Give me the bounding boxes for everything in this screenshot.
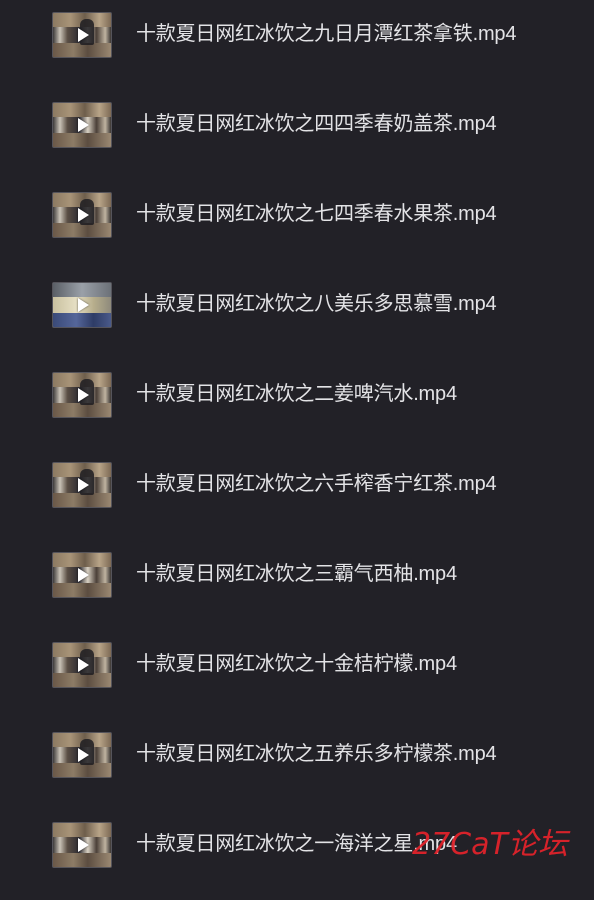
video-thumbnail[interactable] (52, 642, 112, 688)
watermark: 27CaT论坛 (412, 827, 568, 862)
video-thumbnail[interactable] (52, 462, 112, 508)
play-icon (78, 298, 89, 312)
file-item-5[interactable]: 十款夏日网红冰饮之二姜啤汽水.mp4 (0, 360, 594, 450)
video-file-list: 十款夏日网红冰饮之九日月潭红茶拿铁.mp4 十款夏日网红冰饮之四四季春奶盖茶.m… (0, 0, 594, 885)
file-name[interactable]: 十款夏日网红冰饮之九日月潭红茶拿铁.mp4 (136, 22, 516, 46)
file-name[interactable]: 十款夏日网红冰饮之六手榨香宁红茶.mp4 (136, 472, 497, 496)
play-icon (78, 388, 89, 402)
play-icon (78, 568, 89, 582)
play-icon (78, 838, 89, 852)
play-icon (78, 658, 89, 672)
file-name[interactable]: 十款夏日网红冰饮之四四季春奶盖茶.mp4 (136, 112, 497, 136)
file-name[interactable]: 十款夏日网红冰饮之一海洋之星.mp4 (136, 832, 457, 856)
file-name[interactable]: 十款夏日网红冰饮之八美乐多思慕雪.mp4 (136, 292, 497, 316)
file-item-8[interactable]: 十款夏日网红冰饮之十金桔柠檬.mp4 (0, 630, 594, 720)
video-thumbnail[interactable] (52, 102, 112, 148)
video-thumbnail[interactable] (52, 552, 112, 598)
video-thumbnail[interactable] (52, 372, 112, 418)
video-thumbnail[interactable] (52, 12, 112, 58)
file-item-9[interactable]: 十款夏日网红冰饮之五养乐多柠檬茶.mp4 (0, 720, 594, 810)
play-icon (78, 28, 89, 42)
video-thumbnail[interactable] (52, 192, 112, 238)
file-item-7[interactable]: 十款夏日网红冰饮之三霸气西柚.mp4 (0, 540, 594, 630)
file-name[interactable]: 十款夏日网红冰饮之十金桔柠檬.mp4 (136, 652, 457, 676)
video-thumbnail[interactable] (52, 282, 112, 328)
video-thumbnail[interactable] (52, 822, 112, 868)
file-item-3[interactable]: 十款夏日网红冰饮之七四季春水果茶.mp4 (0, 180, 594, 270)
file-item-6[interactable]: 十款夏日网红冰饮之六手榨香宁红茶.mp4 (0, 450, 594, 540)
file-name[interactable]: 十款夏日网红冰饮之三霸气西柚.mp4 (136, 562, 457, 586)
video-thumbnail[interactable] (52, 732, 112, 778)
file-item-2[interactable]: 十款夏日网红冰饮之四四季春奶盖茶.mp4 (0, 90, 594, 180)
file-name[interactable]: 十款夏日网红冰饮之五养乐多柠檬茶.mp4 (136, 742, 497, 766)
play-icon (78, 478, 89, 492)
file-item-4[interactable]: 十款夏日网红冰饮之八美乐多思慕雪.mp4 (0, 270, 594, 360)
play-icon (78, 748, 89, 762)
file-name[interactable]: 十款夏日网红冰饮之二姜啤汽水.mp4 (136, 382, 457, 406)
file-item-1[interactable]: 十款夏日网红冰饮之九日月潭红茶拿铁.mp4 (0, 0, 594, 90)
play-icon (78, 118, 89, 132)
file-name[interactable]: 十款夏日网红冰饮之七四季春水果茶.mp4 (136, 202, 497, 226)
play-icon (78, 208, 89, 222)
